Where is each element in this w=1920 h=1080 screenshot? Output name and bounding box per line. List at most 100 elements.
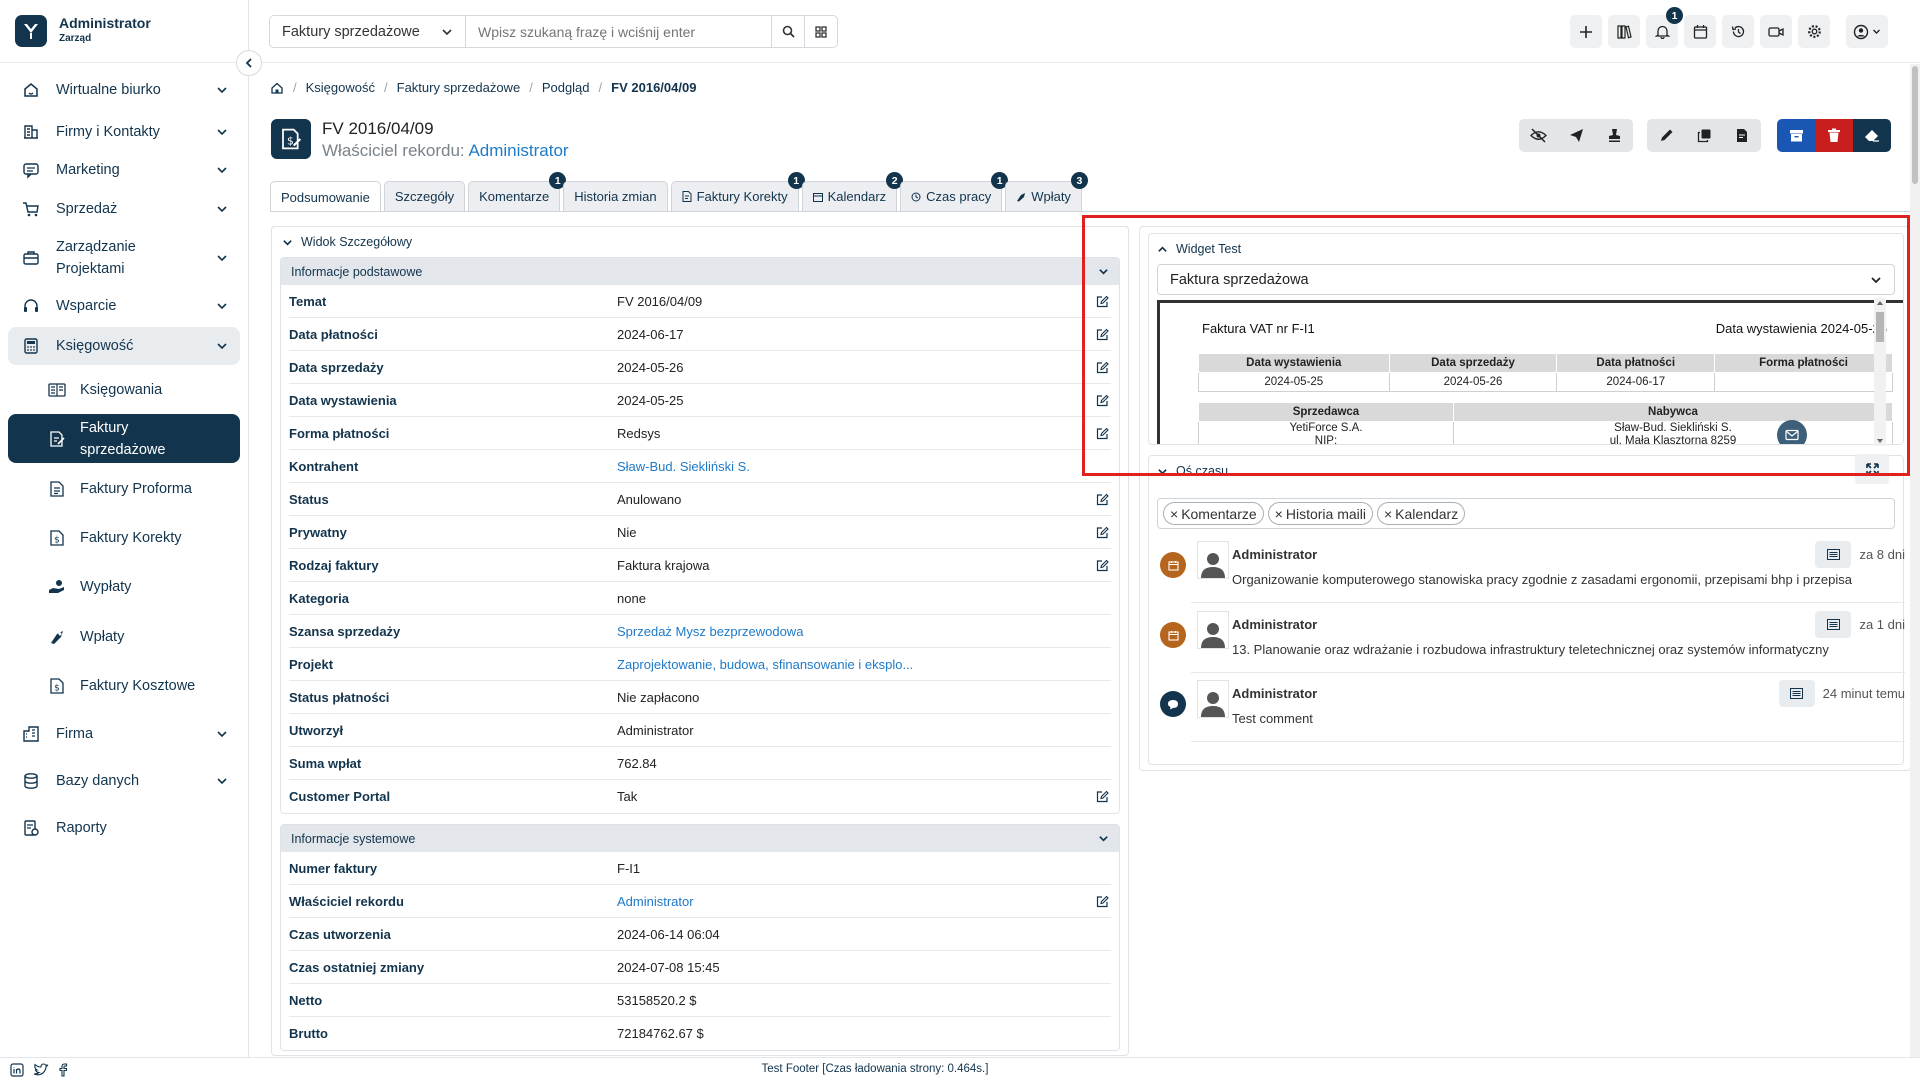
- page-scrollbar-thumb[interactable]: [1912, 66, 1918, 184]
- tab-worktime[interactable]: Czas pracy 1: [900, 172, 1009, 211]
- search-input[interactable]: [466, 16, 771, 47]
- breadcrumb-item[interactable]: Faktury sprzedażowe: [397, 80, 521, 95]
- tab-history[interactable]: Historia zmian: [563, 181, 668, 211]
- filter-chip-calendar[interactable]: × Kalendarz: [1376, 502, 1466, 525]
- user-menu-button[interactable]: [1846, 15, 1888, 48]
- edit-field-icon[interactable]: [1093, 790, 1111, 803]
- sidebar-item-virtual-desk[interactable]: Wirtualne biurko: [8, 67, 240, 112]
- expand-button[interactable]: [1855, 454, 1889, 484]
- timeline-text[interactable]: Test comment: [1232, 711, 1313, 726]
- edit-field-icon[interactable]: [1093, 361, 1111, 374]
- remove-icon[interactable]: ×: [1275, 506, 1283, 522]
- remove-icon[interactable]: ×: [1384, 506, 1392, 522]
- delete-button[interactable]: [1815, 119, 1853, 152]
- archive-stamp-button[interactable]: [1595, 119, 1633, 152]
- history-button[interactable]: [1722, 15, 1754, 48]
- sidebar-item-sales[interactable]: Sprzedaż: [8, 190, 240, 228]
- sidebar-item-support[interactable]: Wsparcie: [8, 287, 240, 325]
- field-value[interactable]: Sprzedaż Mysz bezprzewodowa: [617, 624, 1093, 639]
- breadcrumb-item[interactable]: Księgowość: [306, 80, 375, 95]
- duplicate-button[interactable]: [1685, 119, 1723, 152]
- timeline-author[interactable]: Administrator: [1232, 617, 1317, 632]
- sidebar-item-proforma[interactable]: Faktury Proforma: [8, 465, 240, 512]
- edit-button[interactable]: [1647, 119, 1685, 152]
- quick-create-button[interactable]: [1570, 15, 1602, 48]
- sidebar-item-label: Marketing: [56, 162, 120, 178]
- tab-calendar[interactable]: Kalendarz 2: [801, 172, 904, 211]
- field-value[interactable]: Zaprojektowanie, budowa, sfinansowanie i…: [617, 657, 1093, 672]
- field-value[interactable]: Administrator: [617, 894, 1093, 909]
- yetiforce-logo[interactable]: [15, 15, 47, 47]
- edit-field-icon[interactable]: [1093, 493, 1111, 506]
- sidebar-item-cost-invoices[interactable]: $ Faktury Kosztowe: [8, 662, 240, 709]
- send-mail-button[interactable]: [1777, 420, 1807, 444]
- field-value[interactable]: Sław-Bud. Siekliński S.: [617, 459, 1093, 474]
- details-button[interactable]: [1815, 541, 1852, 568]
- archive-button[interactable]: [1777, 119, 1815, 152]
- basic-info-title: Informacje podstawowe: [291, 264, 423, 279]
- timeline-text[interactable]: Organizowanie komputerowego stanowiska p…: [1232, 572, 1852, 587]
- sidebar-item-payouts[interactable]: Wypłaty: [8, 563, 240, 611]
- user-name[interactable]: Administrator: [59, 16, 151, 31]
- unwatch-button[interactable]: [1519, 119, 1557, 152]
- template-select[interactable]: Faktura sprzedażowa: [1157, 264, 1895, 295]
- timeline-header[interactable]: Oś czasu: [1149, 456, 1903, 486]
- sidebar-item-ledger[interactable]: Księgowania: [8, 367, 240, 412]
- sidebar-item-corrections[interactable]: $ Faktury Korekty: [8, 514, 240, 561]
- timeline-filter[interactable]: × Komentarze × Historia maili × Kalendarz: [1157, 498, 1895, 529]
- remove-icon[interactable]: ×: [1170, 506, 1178, 522]
- basic-info-header[interactable]: Informacje podstawowe: [281, 258, 1119, 285]
- notifications-button[interactable]: 1: [1646, 7, 1683, 48]
- generate-pdf-button[interactable]: [1723, 119, 1761, 152]
- search-bar: Faktury sprzedażowe: [269, 15, 838, 48]
- timeline-author[interactable]: Administrator: [1232, 686, 1317, 701]
- tab-details[interactable]: Szczegóły: [383, 181, 466, 211]
- sidebar-item-sales-invoices[interactable]: Faktury sprzedażowe: [8, 414, 240, 463]
- search-module-select[interactable]: Faktury sprzedażowe: [270, 16, 466, 47]
- preview-scrollbar-thumb[interactable]: [1876, 312, 1884, 342]
- tab-summary[interactable]: Podsumowanie: [270, 181, 381, 212]
- edit-field-icon[interactable]: [1093, 526, 1111, 539]
- breadcrumb-item[interactable]: Podgląd: [542, 80, 590, 95]
- page-scrollbar[interactable]: [1910, 64, 1920, 1057]
- tab-corrections[interactable]: Faktury Korekty 1: [670, 172, 805, 211]
- edit-field-icon[interactable]: [1093, 295, 1111, 308]
- settings-button[interactable]: [1798, 15, 1830, 48]
- sidebar-item-company[interactable]: Firma: [8, 711, 240, 756]
- sidebar-item-companies[interactable]: Firmy i Kontakty: [8, 114, 240, 150]
- sidebar-item-accounting[interactable]: Księgowość: [8, 327, 240, 365]
- edit-field-icon[interactable]: [1093, 394, 1111, 407]
- sidebar-item-payments[interactable]: Wpłaty: [8, 613, 240, 660]
- details-button[interactable]: [1815, 611, 1852, 638]
- timeline-author[interactable]: Administrator: [1232, 547, 1317, 562]
- search-button[interactable]: [771, 16, 804, 47]
- edit-field-icon[interactable]: [1093, 559, 1111, 572]
- edit-field-icon[interactable]: [1093, 427, 1111, 440]
- sidebar-item-marketing[interactable]: Marketing: [8, 152, 240, 188]
- detail-view-header[interactable]: Widok Szczegółowy: [272, 227, 1128, 257]
- filter-chip-mail-history[interactable]: × Historia maili: [1267, 502, 1373, 525]
- record-owner-link[interactable]: Administrator: [468, 141, 568, 160]
- advanced-search-button[interactable]: [804, 16, 837, 47]
- sidebar-item-databases[interactable]: Bazy danych: [8, 758, 240, 803]
- sidebar-collapse-button[interactable]: [236, 50, 262, 76]
- erase-button[interactable]: [1853, 119, 1891, 152]
- tab-payments[interactable]: Wpłaty 3: [1005, 172, 1088, 211]
- filter-chip-comments[interactable]: × Komentarze: [1163, 502, 1264, 525]
- widget-test-header[interactable]: Widget Test: [1149, 234, 1903, 264]
- sidebar-item-projects[interactable]: Zarządzanie Projektami: [8, 230, 240, 285]
- edit-field-icon[interactable]: [1093, 895, 1111, 908]
- timeline-text[interactable]: 13. Planowanie oraz wdrażanie i rozbudow…: [1232, 642, 1829, 657]
- send-button[interactable]: [1557, 119, 1595, 152]
- preview-scrollbar[interactable]: [1874, 298, 1886, 446]
- knowledge-base-button[interactable]: [1608, 15, 1640, 48]
- details-button[interactable]: [1778, 680, 1815, 707]
- sidebar-item-reports[interactable]: Raporty: [8, 805, 240, 850]
- calendar-button[interactable]: [1684, 15, 1716, 48]
- video-button[interactable]: [1760, 15, 1792, 48]
- system-info-header[interactable]: Informacje systemowe: [281, 825, 1119, 852]
- tab-comments[interactable]: Komentarze 1: [468, 172, 567, 211]
- edit-field-icon[interactable]: [1093, 328, 1111, 341]
- company-building-icon: [23, 725, 39, 742]
- field-row: Netto 53158520.2 $: [289, 984, 1111, 1017]
